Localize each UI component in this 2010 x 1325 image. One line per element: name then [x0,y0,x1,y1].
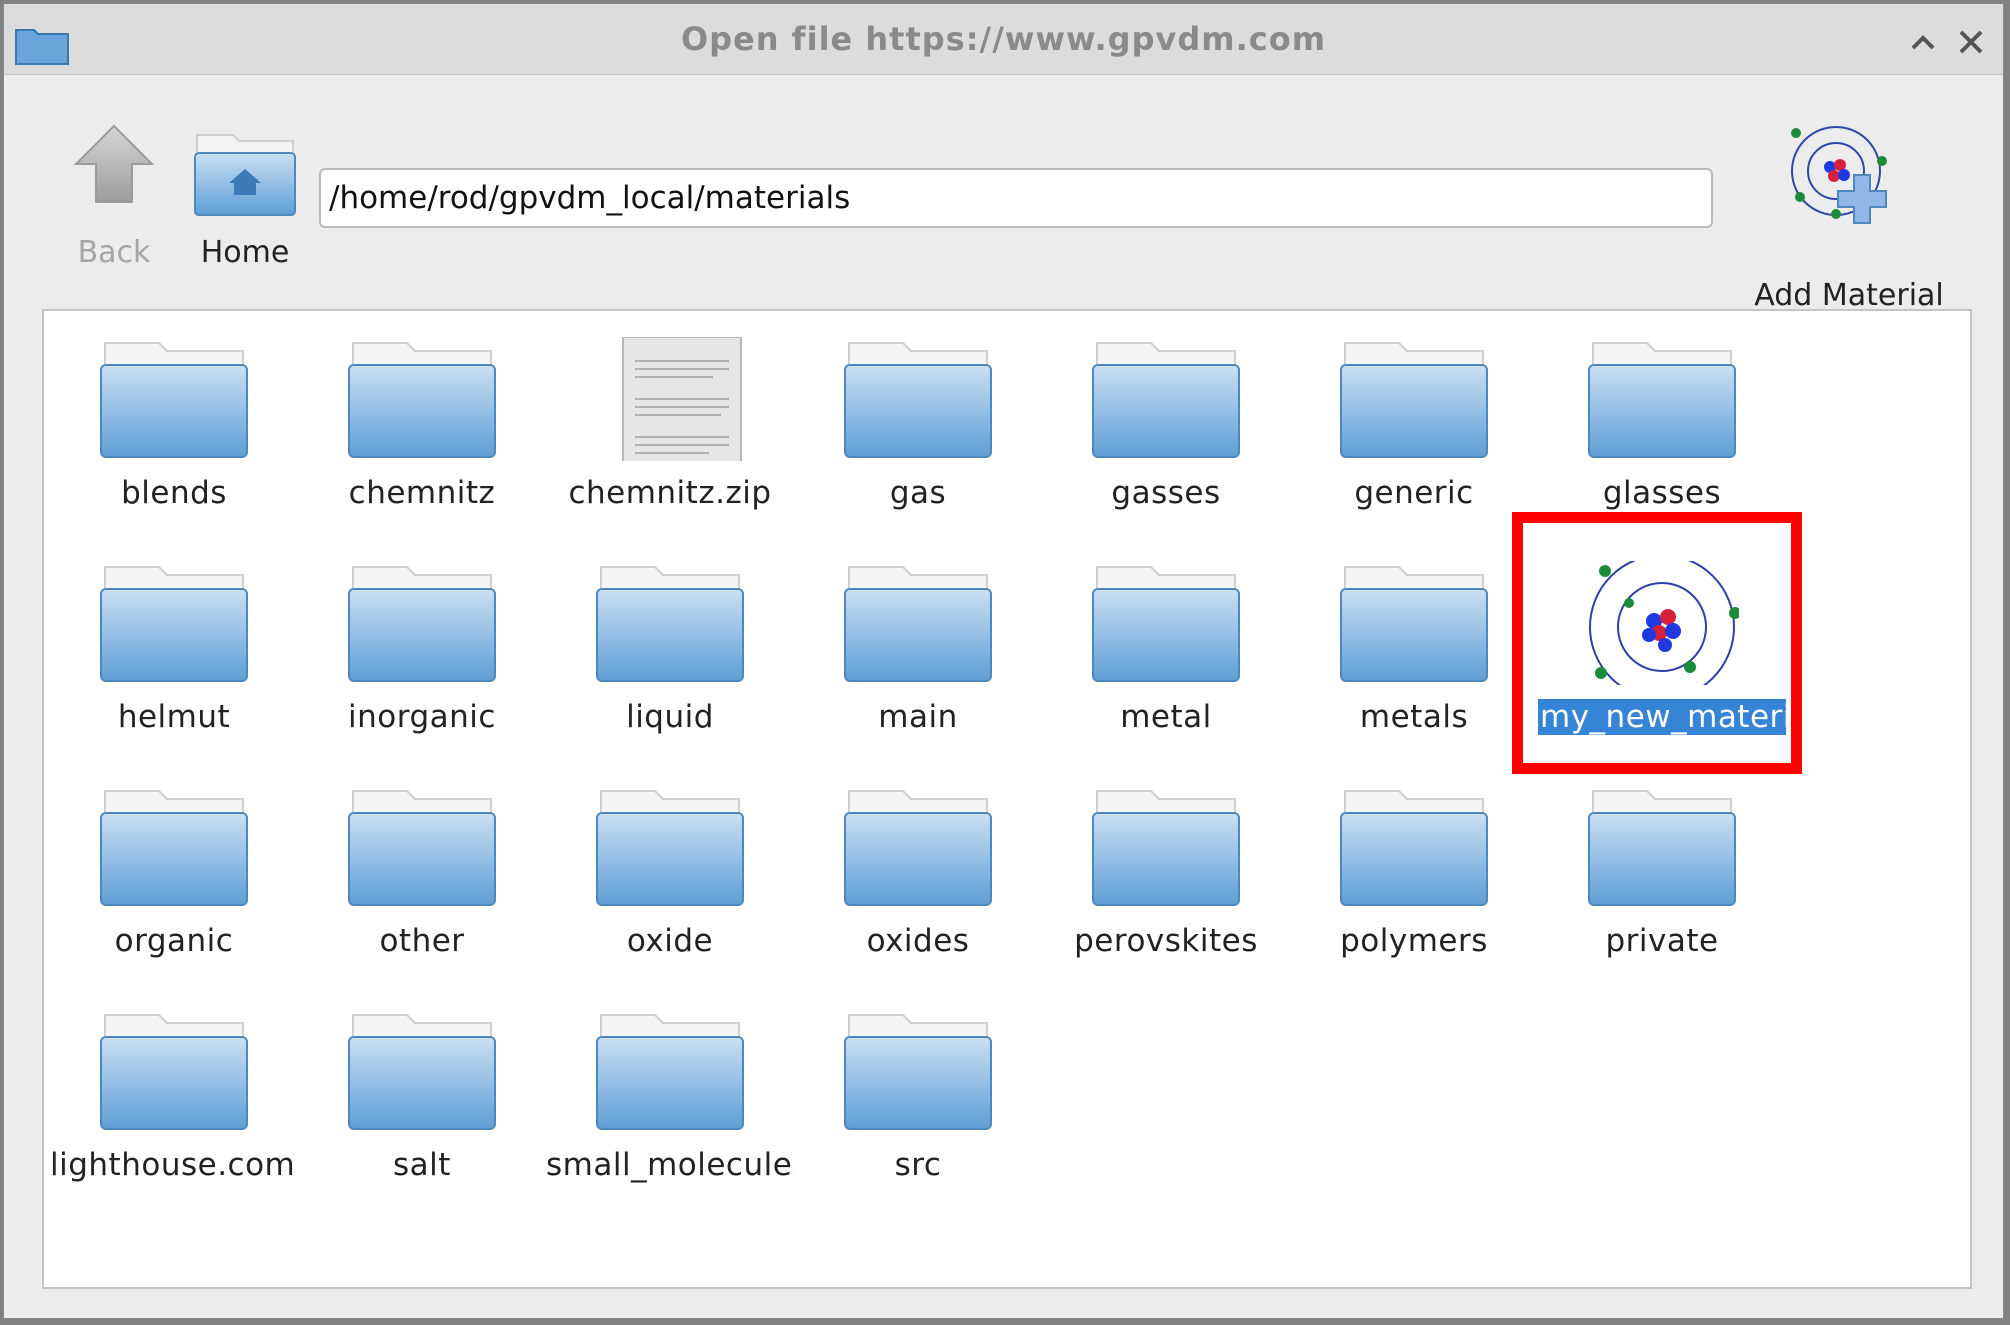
file-name-label: polymers [1340,923,1488,959]
back-label: Back [77,235,151,270]
folder-item[interactable]: lighthouse.com. [50,989,298,1203]
folder-icon [1340,790,1488,906]
close-button[interactable] [1953,24,1989,60]
folder-item[interactable]: helmut [50,541,298,755]
file-name-label: metals [1359,699,1469,735]
folder-icon [844,342,992,458]
file-name-label: liquid [626,699,714,735]
folder-item[interactable]: oxide [546,765,794,979]
file-name-label: private [1605,923,1719,959]
toolbar: Back Home Add Material [4,76,2003,313]
folder-icon [348,790,496,906]
folder-icon [1588,790,1736,906]
file-name-label: chemnitz.zip [568,475,772,511]
file-name-label: main [878,699,958,735]
folder-icon [1092,566,1240,682]
folder-icon [348,566,496,682]
folder-icon [596,1014,744,1130]
folder-item[interactable]: gasses [1042,317,1290,531]
material-item[interactable]: my_new_material [1538,541,1786,755]
file-name-label: oxide [626,923,714,959]
folder-item[interactable]: main [794,541,1042,755]
folder-icon [100,1014,248,1130]
folder-item[interactable]: liquid [546,541,794,755]
document-icon [622,337,742,461]
file-name-label: salt [393,1147,451,1183]
back-arrow-icon [74,124,154,203]
back-button[interactable]: Back [64,124,164,284]
folder-item[interactable]: gas [794,317,1042,531]
file-name-label: generic [1354,475,1474,511]
file-name-label: organic [114,923,234,959]
home-label: Home [200,235,290,270]
home-folder-icon [194,134,296,216]
file-name-label: blends [121,475,227,511]
folder-item[interactable]: metals [1290,541,1538,755]
folder-icon [1340,342,1488,458]
folder-item[interactable]: glasses [1538,317,1786,531]
folder-icon [844,566,992,682]
add-material-icon [1791,126,1887,224]
file-name-label: gas [889,475,947,511]
folder-item[interactable]: inorganic [298,541,546,755]
folder-icon [1340,566,1488,682]
folder-item[interactable]: small_molecules [546,989,794,1203]
folder-icon [348,1014,496,1130]
add-material-label: Add Material [1754,278,1944,313]
folder-icon [596,566,744,682]
folder-icon [100,790,248,906]
file-name-label: my_new_material [1538,699,1786,739]
file-name-label: lighthouse.com. [50,1147,298,1183]
folder-item[interactable]: metal [1042,541,1290,755]
maximize-button[interactable] [1905,24,1941,60]
path-input[interactable] [319,168,1713,228]
file-name-label: chemnitz [348,475,496,511]
folder-item[interactable]: other [298,765,546,979]
file-name-label: helmut [117,699,231,735]
folder-item[interactable]: private [1538,765,1786,979]
folder-icon [844,790,992,906]
folder-item[interactable]: chemnitz [298,317,546,531]
folder-item[interactable]: generic [1290,317,1538,531]
file-item[interactable]: chemnitz.zip [546,317,794,531]
folder-icon [348,342,496,458]
file-grid: blends chemnitz chemnitz.zip gas gasses … [42,309,1972,1289]
folder-icon [596,790,744,906]
titlebar: Open file https://www.gpvdm.com [4,4,2003,75]
file-name-label: gasses [1111,475,1221,511]
folder-icon [1092,790,1240,906]
file-name-label: perovskites [1074,923,1258,959]
file-name-label: oxides [866,923,970,959]
folder-icon [844,1014,992,1130]
file-name-label: small_molecules [546,1147,794,1183]
folder-item[interactable]: oxides [794,765,1042,979]
open-file-dialog: Open file https://www.gpvdm.com Back Hom… [3,3,2004,1319]
file-name-label: metal [1120,699,1212,735]
folder-item[interactable]: src [794,989,1042,1203]
folder-item[interactable]: organic [50,765,298,979]
add-material-button[interactable]: Add Material [1724,121,1974,313]
file-name-label: src [894,1147,942,1183]
file-name-label: glasses [1602,475,1722,511]
folder-item[interactable]: polymers [1290,765,1538,979]
folder-icon [1588,342,1736,458]
folder-icon [100,342,248,458]
folder-icon [1092,342,1240,458]
folder-item[interactable]: blends [50,317,298,531]
folder-item[interactable]: perovskites [1042,765,1290,979]
folder-item[interactable]: salt [298,989,546,1203]
material-atom-icon [1589,561,1739,685]
home-button[interactable]: Home [187,131,303,291]
file-name-label: inorganic [348,699,496,735]
folder-icon [100,566,248,682]
window-title: Open file https://www.gpvdm.com [680,20,1327,58]
file-name-label: other [379,923,465,959]
